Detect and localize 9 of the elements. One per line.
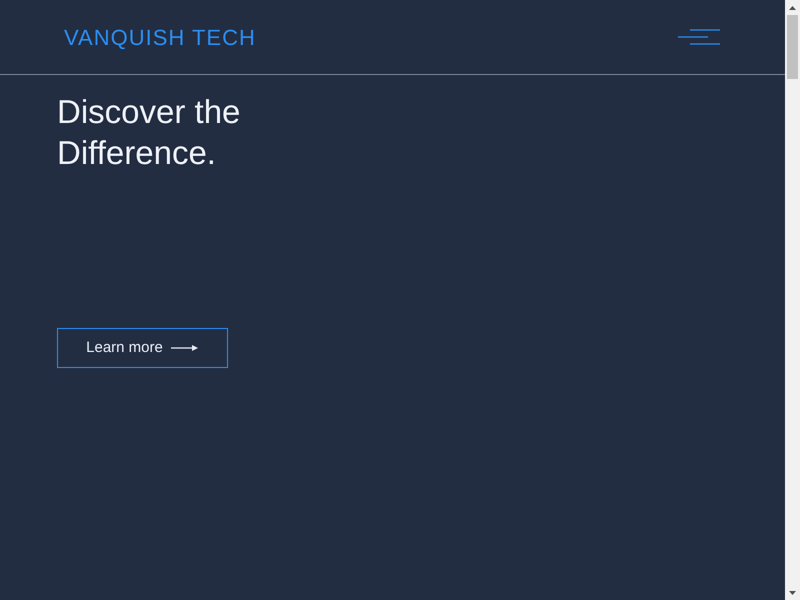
scrollbar-thumb[interactable] xyxy=(787,15,798,79)
arrow-icon xyxy=(170,344,199,352)
learn-more-button[interactable]: Learn more xyxy=(57,328,228,368)
logo[interactable]: VANQUISH TECH xyxy=(64,25,256,49)
scroll-up-icon[interactable] xyxy=(789,6,796,10)
scrollbar[interactable] xyxy=(785,0,800,600)
menu-icon[interactable] xyxy=(678,28,722,46)
hero-heading: Discover the Difference. xyxy=(57,92,240,173)
scroll-down-icon[interactable] xyxy=(789,590,796,594)
